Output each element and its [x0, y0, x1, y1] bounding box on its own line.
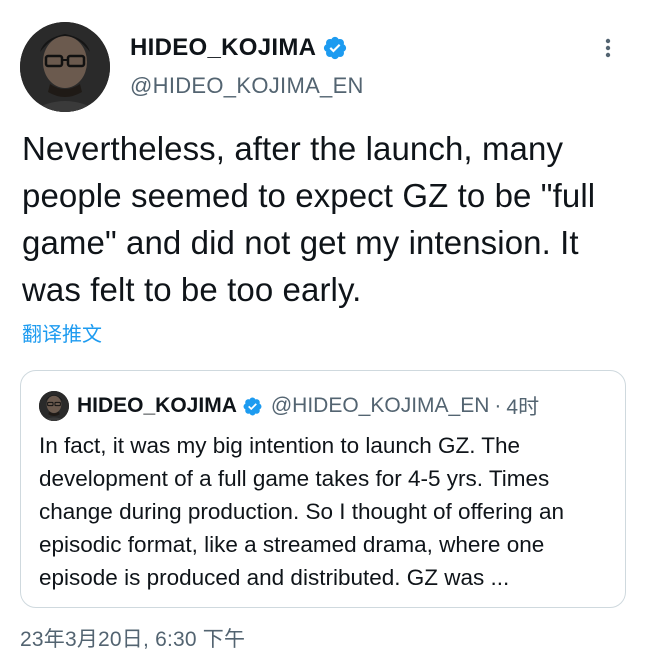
quoted-tweet-header: HIDEO_KOJIMA @HIDEO_KOJIMA_EN · 4时 — [39, 391, 539, 421]
profile-photo-icon — [39, 391, 69, 421]
author-handle[interactable]: @HIDEO_KOJIMA_EN — [130, 73, 364, 99]
quoted-author-name: HIDEO_KOJIMA — [77, 394, 237, 417]
translate-tweet-link[interactable]: 翻译推文 — [22, 318, 102, 347]
tweet-text: Nevertheless, after the launch, many peo… — [22, 130, 596, 308]
verified-badge-icon — [243, 397, 262, 415]
verified-badge-icon — [324, 36, 347, 60]
profile-photo-icon — [20, 22, 110, 112]
author-name[interactable]: HIDEO_KOJIMA — [130, 34, 348, 62]
separator-dot: · — [494, 394, 502, 417]
quoted-author-avatar — [39, 391, 69, 421]
author-name-label: HIDEO_KOJIMA — [130, 34, 317, 61]
tweet-card: HIDEO_KOJIMA @HIDEO_KOJIMA_EN Neverthele… — [0, 0, 645, 667]
quoted-tweet-text: In fact, it was my big intention to laun… — [39, 433, 564, 590]
quoted-author-handle: @HIDEO_KOJIMA_EN — [270, 394, 490, 417]
author-avatar[interactable] — [20, 22, 110, 112]
more-options-button[interactable] — [598, 35, 618, 61]
quoted-tweet[interactable]: HIDEO_KOJIMA @HIDEO_KOJIMA_EN · 4时 In fa… — [20, 370, 626, 608]
tweet-timestamp[interactable]: 23年3月20日, 6:30 下午 — [20, 623, 245, 653]
quoted-tweet-time: 4时 — [506, 396, 540, 419]
more-vertical-icon — [605, 38, 611, 58]
